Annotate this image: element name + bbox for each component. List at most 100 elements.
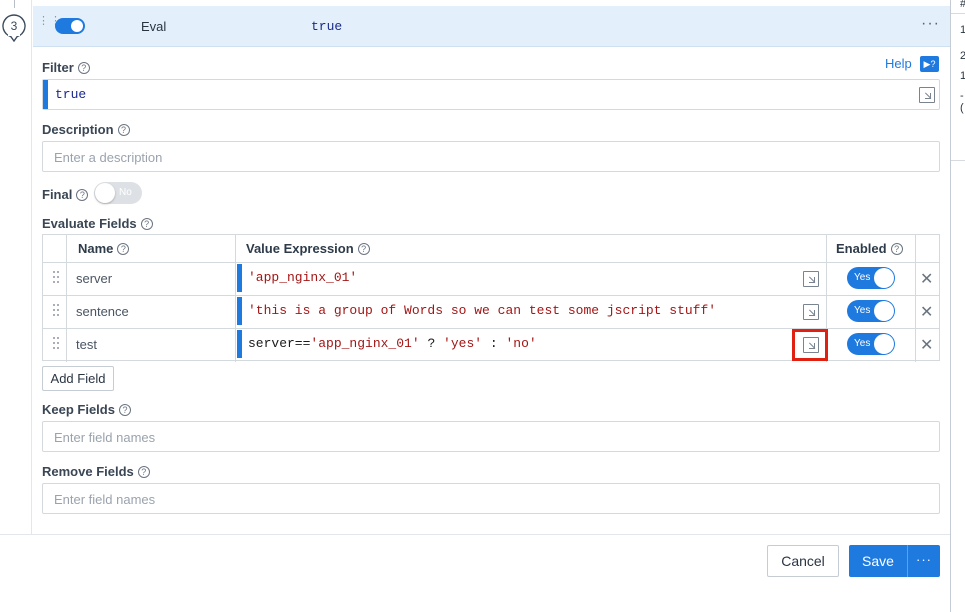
toggle-knob <box>874 334 894 354</box>
help-icon[interactable]: ? <box>76 189 89 201</box>
delete-row-icon[interactable]: ✕ <box>920 302 933 322</box>
help-icon[interactable]: ? <box>118 404 131 416</box>
expression-bar <box>237 297 242 325</box>
remove-fields-input[interactable]: Enter field names <box>42 483 940 514</box>
save-button[interactable]: Save <box>849 545 907 577</box>
function-name: Eval <box>141 19 167 34</box>
highlight-box <box>792 329 828 361</box>
right-panel-header: # <box>951 0 965 14</box>
function-header[interactable]: ⋮⋮ Eval true ··· <box>33 6 950 47</box>
evaluate-fields-label-text: Evaluate Fields <box>42 216 137 231</box>
toggle-knob <box>71 20 83 32</box>
column-header-enabled-text: Enabled <box>836 241 887 256</box>
row-divider <box>43 262 939 263</box>
delete-row-icon[interactable]: ✕ <box>920 335 933 355</box>
enabled-toggle-label: Yes <box>854 338 871 349</box>
help-icon[interactable]: ? <box>137 466 150 478</box>
keep-fields-label-text: Keep Fields <box>42 402 115 417</box>
description-placeholder: Enter a description <box>54 150 163 165</box>
remove-fields-label: Remove Fields? <box>42 464 150 479</box>
help-icon[interactable]: ? <box>140 218 153 230</box>
column-header-name-text: Name <box>78 241 114 256</box>
evaluate-fields-label: Evaluate Fields? <box>42 216 153 231</box>
enabled-toggle-label: Yes <box>854 305 871 316</box>
save-options-button[interactable]: ··· <box>908 545 940 577</box>
function-description: true <box>311 19 343 34</box>
expression-token: 'app_nginx_01' <box>310 336 420 351</box>
filter-value: true <box>55 87 87 102</box>
column-header-value: Value Expression? <box>246 235 370 263</box>
column-header-value-text: Value Expression <box>246 241 354 256</box>
column-divider <box>66 235 67 362</box>
step-badge: 3 <box>2 14 26 42</box>
toggle-knob <box>874 268 894 288</box>
value-expression-cell[interactable]: server=='app_nginx_01' ? 'yes' : 'no' <box>248 336 537 351</box>
help-icon[interactable]: ? <box>890 243 903 255</box>
final-label: Final? <box>42 187 89 202</box>
field-name-cell[interactable]: sentence <box>76 304 129 319</box>
help-icon[interactable]: ? <box>117 243 130 255</box>
toggle-knob <box>874 301 894 321</box>
final-toggle-label: No <box>119 187 132 198</box>
column-divider <box>235 235 236 362</box>
enabled-toggle[interactable]: Yes <box>847 333 895 355</box>
filter-label: Filter? <box>42 60 90 75</box>
help-icon[interactable]: ? <box>77 62 90 74</box>
right-panel: # 1 2 1 -( <box>950 0 965 612</box>
pipeline-connector <box>14 0 15 8</box>
keep-fields-label: Keep Fields? <box>42 402 131 417</box>
row-drag-handle-icon[interactable] <box>53 304 61 318</box>
expression-token: 'yes' <box>443 336 483 351</box>
right-panel-line: # <box>960 0 965 10</box>
column-header-name: Name? <box>78 235 130 263</box>
right-panel-line: 2 <box>960 50 965 62</box>
add-field-button[interactable]: Add Field <box>42 366 114 391</box>
right-panel-line: 1 <box>960 24 965 36</box>
function-enabled-toggle[interactable] <box>55 18 85 34</box>
help-panel-icon[interactable]: ▶? <box>920 56 939 72</box>
cancel-button[interactable]: Cancel <box>767 545 839 577</box>
expression-token: server== <box>248 336 311 351</box>
expression-token: 'app_nginx_01' <box>248 270 358 285</box>
field-name-cell[interactable]: server <box>76 271 112 286</box>
right-panel-line: 1 <box>960 70 965 82</box>
step-number: 3 <box>10 19 18 33</box>
expression-token: 'no' <box>505 336 537 351</box>
expression-token: 'this is a group of Words so we can test… <box>248 303 717 318</box>
keep-fields-input[interactable]: Enter field names <box>42 421 940 452</box>
step-gutter: 3 <box>0 0 32 535</box>
remove-fields-label-text: Remove Fields <box>42 464 134 479</box>
final-label-text: Final <box>42 187 73 202</box>
expand-editor-icon[interactable] <box>803 271 819 287</box>
enabled-toggle[interactable]: Yes <box>847 300 895 322</box>
enabled-toggle-label: Yes <box>854 272 871 283</box>
right-panel-line: -( <box>960 90 964 114</box>
help-link[interactable]: Help <box>885 56 912 71</box>
drag-handle-icon[interactable]: ⋮⋮ <box>38 16 61 33</box>
enabled-toggle[interactable]: Yes <box>847 267 895 289</box>
expand-editor-icon[interactable] <box>919 87 935 103</box>
filter-expression-input[interactable]: true <box>42 79 940 110</box>
description-label: Description? <box>42 122 130 137</box>
expand-editor-icon[interactable] <box>803 304 819 320</box>
filter-label-text: Filter <box>42 60 74 75</box>
description-input[interactable]: Enter a description <box>42 141 940 172</box>
remove-fields-placeholder: Enter field names <box>54 492 156 507</box>
toggle-knob <box>95 183 115 203</box>
help-icon[interactable]: ? <box>117 124 130 136</box>
delete-row-icon[interactable]: ✕ <box>920 269 933 289</box>
row-drag-handle-icon[interactable] <box>53 271 61 285</box>
help-icon[interactable]: ? <box>357 243 370 255</box>
value-expression-cell[interactable]: 'app_nginx_01' <box>248 270 357 285</box>
row-divider <box>43 295 939 296</box>
row-drag-handle-icon[interactable] <box>53 337 61 351</box>
divider <box>951 160 965 161</box>
more-options-icon[interactable]: ··· <box>921 15 940 33</box>
expression-bar <box>237 264 242 292</box>
expression-token: ? <box>419 336 444 351</box>
expression-bar <box>237 330 242 358</box>
value-expression-cell[interactable]: 'this is a group of Words so we can test… <box>248 303 716 318</box>
expression-token: : <box>482 336 506 351</box>
field-name-cell[interactable]: test <box>76 337 97 352</box>
final-toggle[interactable]: No <box>94 182 142 204</box>
